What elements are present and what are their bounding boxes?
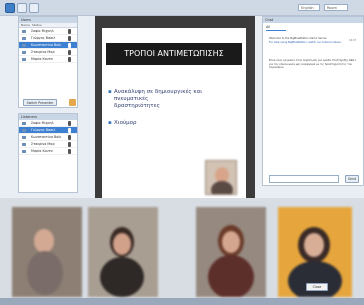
top-toolbar: English Room — [0, 0, 364, 16]
user-row[interactable]: Σοφία Μιχαηλ — [19, 28, 77, 35]
listener-row[interactable]: Μαρία Κουτσ — [19, 148, 77, 155]
raise-hand-icon[interactable] — [69, 99, 76, 106]
listener-row[interactable]: Σταυρίνα Μαρ — [19, 141, 77, 148]
slide-bullet-text: Ανακάλυψη σε δημιουργικές και πνευματικέ… — [114, 89, 203, 102]
user-icon — [22, 129, 26, 132]
user-icon — [22, 58, 26, 61]
webcam-video — [12, 207, 82, 297]
chat-welcome-text: Welcome to the BigBlueButton Demo Server… — [269, 37, 328, 40]
listener-row-selected[interactable]: Γιώργος Βασιλ — [19, 127, 77, 134]
slide-title: ΤΡΟΠΟΙ ΑΝΤΙΜΕΤΩΠΙΣΗΣ — [106, 43, 242, 65]
chat-time: 16:12 — [349, 59, 357, 62]
mic-icon[interactable] — [68, 29, 71, 34]
listener-name: Μαρία Κουτσ — [31, 149, 53, 153]
chat-message: Είναι ένας εργαλείο στην περίπτωση για ο… — [269, 59, 357, 70]
mic-icon[interactable] — [68, 121, 71, 126]
mic-icon[interactable] — [68, 149, 71, 154]
mic-icon[interactable] — [68, 50, 71, 55]
presentation-area: ΤΡΟΠΟΙ ΑΝΤΙΜΕΤΩΠΙΣΗΣ Ανακάλυψη σε δημιου… — [95, 16, 255, 212]
mic-icon[interactable] — [68, 57, 71, 62]
mic-icon[interactable] — [68, 43, 71, 48]
chat-input[interactable] — [269, 175, 339, 183]
chat-welcome: Welcome to the BigBlueButton Demo Server… — [269, 37, 357, 44]
video-strip: Close — [0, 198, 364, 302]
mic-icon[interactable] — [68, 135, 71, 140]
language-select[interactable]: English — [298, 4, 320, 11]
chat-panel: Chat All Welcome to the BigBlueButton De… — [262, 16, 364, 186]
chat-message-text: Είναι ένας εργαλείο στην περίπτωση για ο… — [269, 59, 354, 70]
menu-icon[interactable] — [5, 3, 15, 13]
user-name: Μαρία Κουτσ — [31, 57, 53, 61]
user-icon — [22, 37, 26, 40]
user-icon — [22, 30, 26, 33]
presentation-slide: ΤΡΟΠΟΙ ΑΝΤΙΜΕΤΩΠΙΣΗΣ Ανακάλυψη σε δημιου… — [102, 28, 246, 208]
chat-help-link[interactable]: For help using BigBlueButton, watch our … — [269, 41, 342, 44]
send-button[interactable]: Send — [345, 175, 359, 183]
chat-title: Chat — [263, 17, 363, 23]
listeners-panel: Listeners Σοφία Μιχαηλ Γιώργος Βασιλ Κων… — [18, 113, 78, 193]
close-video-button[interactable]: Close — [306, 283, 328, 291]
listener-name: Σταυρίνα Μαρ — [31, 142, 55, 146]
mic-icon[interactable] — [68, 128, 71, 133]
listener-name: Κωνσταντίνα Βοϊκ — [31, 135, 62, 139]
settings-icon[interactable] — [17, 3, 27, 13]
user-name: Σταυρίνα Μαρ — [31, 50, 55, 54]
users-panel: Users Name Status Σοφία Μιχαηλ Γιώργος Βα… — [18, 16, 78, 108]
listener-name: Σοφία Μιχαηλ — [31, 121, 54, 125]
user-row[interactable]: Σταυρίνα Μαρ — [19, 49, 77, 56]
webcam-video — [88, 207, 158, 297]
user-icon — [22, 143, 26, 146]
slide-bullet-text: Χιούμορ — [114, 120, 137, 126]
slide-bullet: Χιούμορ — [108, 120, 137, 127]
tab-all[interactable]: All — [266, 25, 286, 31]
user-row-selected[interactable]: Κωνσταντίνα Βοϊκ — [19, 42, 77, 49]
user-icon — [22, 136, 26, 139]
webcam-video — [196, 207, 266, 297]
user-name: Σοφία Μιχαηλ — [31, 29, 54, 33]
listener-name: Γιώργος Βασιλ — [31, 128, 56, 132]
user-name: Γιώργος Βασιλ — [31, 36, 56, 40]
user-icon — [22, 122, 26, 125]
slide-bullet-text: δραστηριότητες — [114, 103, 160, 109]
user-name: Κωνσταντίνα Βοϊκ — [31, 43, 62, 47]
user-icon — [22, 44, 26, 47]
mic-icon[interactable] — [68, 142, 71, 147]
switch-presenter-button[interactable]: Switch Presenter — [23, 99, 57, 106]
chat-time: 16:07 — [349, 39, 357, 42]
slide-bullet: Ανακάλυψη σε δημιουργικές και πνευματικέ… — [108, 89, 234, 110]
status-bar — [0, 298, 364, 305]
user-row[interactable]: Μαρία Κουτσ — [19, 56, 77, 63]
user-row[interactable]: Γιώργος Βασιλ — [19, 35, 77, 42]
mic-icon[interactable] — [68, 36, 71, 41]
share-icon[interactable] — [29, 3, 39, 13]
listener-row[interactable]: Σοφία Μιχαηλ — [19, 120, 77, 127]
user-icon — [22, 150, 26, 153]
user-icon — [22, 51, 26, 54]
room-select[interactable]: Room — [324, 4, 348, 11]
listener-row[interactable]: Κωνσταντίνα Βοϊκ — [19, 134, 77, 141]
slide-photo — [205, 160, 237, 195]
